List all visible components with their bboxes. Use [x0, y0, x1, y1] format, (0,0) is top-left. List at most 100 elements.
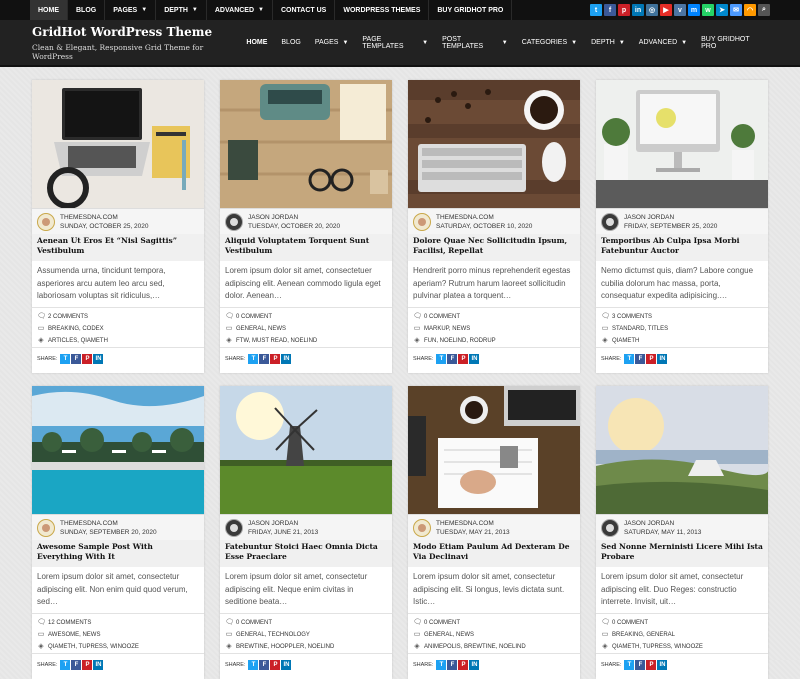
post-author[interactable]: Jason Jordan: [624, 213, 717, 222]
linkedin-icon[interactable]: in: [632, 4, 644, 16]
linkedin-share-icon[interactable]: in: [281, 660, 292, 670]
twitter-share-icon[interactable]: t: [624, 660, 635, 670]
avatar[interactable]: [225, 519, 243, 537]
avatar[interactable]: [601, 213, 619, 231]
youtube-icon[interactable]: ▶: [660, 4, 672, 16]
facebook-share-icon[interactable]: f: [447, 660, 458, 670]
linkedin-share-icon[interactable]: in: [469, 354, 480, 364]
post-categories[interactable]: Awesome, News: [48, 629, 100, 641]
post-title[interactable]: Sed Nonne Merninisti Licere Mihi Ista Pr…: [596, 540, 768, 567]
pinterest-share-icon[interactable]: p: [458, 354, 469, 364]
top-nav-item-contact-us[interactable]: Contact Us: [273, 0, 336, 20]
post-author[interactable]: ThemesDNA.com: [436, 213, 532, 222]
avatar[interactable]: [225, 213, 243, 231]
main-nav-item-depth[interactable]: Depth ▼: [584, 36, 632, 50]
post-thumbnail[interactable]: [596, 80, 768, 208]
twitter-share-icon[interactable]: t: [60, 660, 71, 670]
site-title[interactable]: GridHot WordPress Theme: [32, 25, 239, 39]
facebook-share-icon[interactable]: f: [71, 354, 82, 364]
post-title[interactable]: Aliquid Voluptatem Torquent Sunt Vestibu…: [220, 234, 392, 261]
facebook-share-icon[interactable]: f: [635, 354, 646, 364]
post-comments[interactable]: 0 Comment: [424, 617, 460, 629]
post-thumbnail[interactable]: [32, 80, 204, 208]
post-categories[interactable]: Breaking, General: [612, 629, 675, 641]
top-nav-item-pages[interactable]: Pages ▼: [105, 0, 157, 20]
post-tags[interactable]: Qiameth, Tupress, Winooze: [612, 641, 703, 653]
search-icon[interactable]: ⌕: [758, 4, 770, 16]
main-nav-item-categories[interactable]: Categories ▼: [515, 36, 584, 50]
avatar[interactable]: [413, 519, 431, 537]
post-thumbnail[interactable]: [408, 80, 580, 208]
main-nav-item-buy-gridhot-pro[interactable]: Buy GridHot Pro: [694, 36, 768, 50]
post-thumbnail[interactable]: [220, 80, 392, 208]
instagram-icon[interactable]: ◎: [646, 4, 658, 16]
post-comments[interactable]: 0 Comment: [612, 617, 648, 629]
post-categories[interactable]: Standard, Titles: [612, 323, 668, 335]
post-title[interactable]: Modo Etiam Paulum Ad Dexteram De Via Dec…: [408, 540, 580, 567]
post-title[interactable]: Dolore Quae Nec Sollicitudin Ipsum, Faci…: [408, 234, 580, 261]
post-categories[interactable]: Markup, News: [424, 323, 470, 335]
top-nav-item-advanced[interactable]: Advanced ▼: [207, 0, 273, 20]
pinterest-share-icon[interactable]: p: [458, 660, 469, 670]
top-nav-item-buy-gridhot-pro[interactable]: Buy GridHot Pro: [429, 0, 513, 20]
post-tags[interactable]: FTW, Must Read, Noelind: [236, 335, 317, 347]
main-nav-item-advanced[interactable]: Advanced ▼: [632, 36, 694, 50]
top-nav-item-blog[interactable]: Blog: [68, 0, 106, 20]
post-title[interactable]: Awesome Sample Post With Everything With…: [32, 540, 204, 567]
post-comments[interactable]: 0 Comment: [236, 617, 272, 629]
post-author[interactable]: ThemesDNA.com: [60, 519, 157, 528]
facebook-share-icon[interactable]: f: [635, 660, 646, 670]
twitter-share-icon[interactable]: t: [436, 660, 447, 670]
telegram-icon[interactable]: ➤: [716, 4, 728, 16]
twitter-share-icon[interactable]: t: [248, 660, 259, 670]
post-tags[interactable]: Brewtine, Hooppler, Noelind: [236, 641, 334, 653]
post-comments[interactable]: 0 Comment: [236, 311, 272, 323]
main-nav-item-post-templates[interactable]: Post Templates ▼: [435, 36, 515, 50]
pinterest-share-icon[interactable]: p: [646, 660, 657, 670]
avatar[interactable]: [413, 213, 431, 231]
linkedin-share-icon[interactable]: in: [657, 660, 668, 670]
post-thumbnail[interactable]: [32, 386, 204, 514]
pinterest-share-icon[interactable]: p: [82, 354, 93, 364]
twitter-share-icon[interactable]: t: [436, 354, 447, 364]
facebook-share-icon[interactable]: f: [447, 354, 458, 364]
facebook-share-icon[interactable]: f: [71, 660, 82, 670]
post-thumbnail[interactable]: [596, 386, 768, 514]
main-nav-item-page-templates[interactable]: Page Templates ▼: [355, 36, 435, 50]
post-tags[interactable]: Qiameth: [612, 335, 639, 347]
post-author[interactable]: ThemesDNA.com: [60, 213, 149, 222]
twitter-share-icon[interactable]: t: [624, 354, 635, 364]
post-author[interactable]: ThemesDNA.com: [436, 519, 510, 528]
avatar[interactable]: [37, 519, 55, 537]
top-nav-item-depth[interactable]: Depth ▼: [156, 0, 207, 20]
linkedin-share-icon[interactable]: in: [281, 354, 292, 364]
twitter-share-icon[interactable]: t: [60, 354, 71, 364]
post-comments[interactable]: 2 Comments: [48, 311, 88, 323]
linkedin-share-icon[interactable]: in: [93, 354, 104, 364]
facebook-share-icon[interactable]: f: [259, 354, 270, 364]
post-title[interactable]: Temporibus Ab Culpa Ipsa Morbi Fatebuntu…: [596, 234, 768, 261]
main-nav-item-blog[interactable]: Blog: [274, 36, 307, 50]
rss-icon[interactable]: ◠: [744, 4, 756, 16]
pinterest-share-icon[interactable]: p: [270, 354, 281, 364]
pinterest-share-icon[interactable]: p: [270, 660, 281, 670]
post-author[interactable]: Jason Jordan: [248, 213, 340, 222]
post-tags[interactable]: Articles, Qiameth: [48, 335, 108, 347]
post-tags[interactable]: Fun, Noelind, Rodrup: [424, 335, 496, 347]
whatsapp-icon[interactable]: w: [702, 4, 714, 16]
post-tags[interactable]: Animepolis, Brewtine, Noelind: [424, 641, 526, 653]
post-comments[interactable]: 12 Comments: [48, 617, 91, 629]
twitter-icon[interactable]: t: [590, 4, 602, 16]
pinterest-share-icon[interactable]: p: [646, 354, 657, 364]
top-nav-item-home[interactable]: Home: [30, 0, 68, 20]
linkedin-share-icon[interactable]: in: [657, 354, 668, 364]
pinterest-icon[interactable]: p: [618, 4, 630, 16]
pinterest-share-icon[interactable]: p: [82, 660, 93, 670]
post-title[interactable]: Fatebuntur Stoici Haec Omnia Dicta Esse …: [220, 540, 392, 567]
email-icon[interactable]: ✉: [730, 4, 742, 16]
post-categories[interactable]: Breaking, Codex: [48, 323, 104, 335]
linkedin-share-icon[interactable]: in: [93, 660, 104, 670]
facebook-icon[interactable]: f: [604, 4, 616, 16]
top-nav-item-wordpress-themes[interactable]: WordPress Themes: [335, 0, 430, 20]
post-categories[interactable]: General, Technology: [236, 629, 310, 641]
